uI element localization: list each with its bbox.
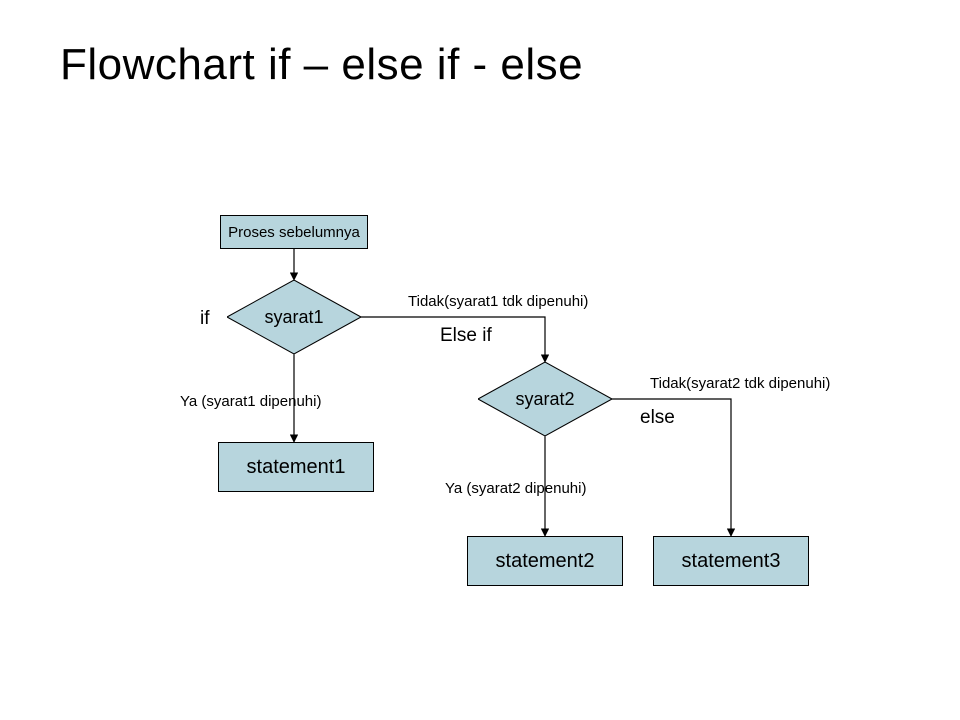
flowchart-stage: Flowchart if – else if - else Proses seb… xyxy=(0,0,960,720)
condition2-diamond: syarat2 xyxy=(478,362,612,436)
statement3-label: statement3 xyxy=(682,550,781,573)
condition2-label: syarat2 xyxy=(478,362,612,436)
statement1-label: statement1 xyxy=(247,456,346,479)
prev-process-label: Proses sebelumnya xyxy=(228,224,360,241)
statement2-label: statement2 xyxy=(496,550,595,573)
condition1-label: syarat1 xyxy=(227,280,361,354)
connector-lines xyxy=(0,0,960,720)
else-label: else xyxy=(640,407,675,429)
no2-label: Tidak(syarat2 tdk dipenuhi) xyxy=(650,375,830,392)
no1-label: Tidak(syarat1 tdk dipenuhi) xyxy=(408,293,588,310)
yes1-label: Ya (syarat1 dipenuhi) xyxy=(180,393,321,410)
if-label: if xyxy=(200,308,210,330)
statement1-box: statement1 xyxy=(218,442,374,492)
statement2-box: statement2 xyxy=(467,536,623,586)
condition1-diamond: syarat1 xyxy=(227,280,361,354)
yes2-label: Ya (syarat2 dipenuhi) xyxy=(445,480,586,497)
statement3-box: statement3 xyxy=(653,536,809,586)
page-title: Flowchart if – else if - else xyxy=(60,40,583,90)
elseif-label: Else if xyxy=(440,325,492,347)
prev-process-box: Proses sebelumnya xyxy=(220,215,368,249)
